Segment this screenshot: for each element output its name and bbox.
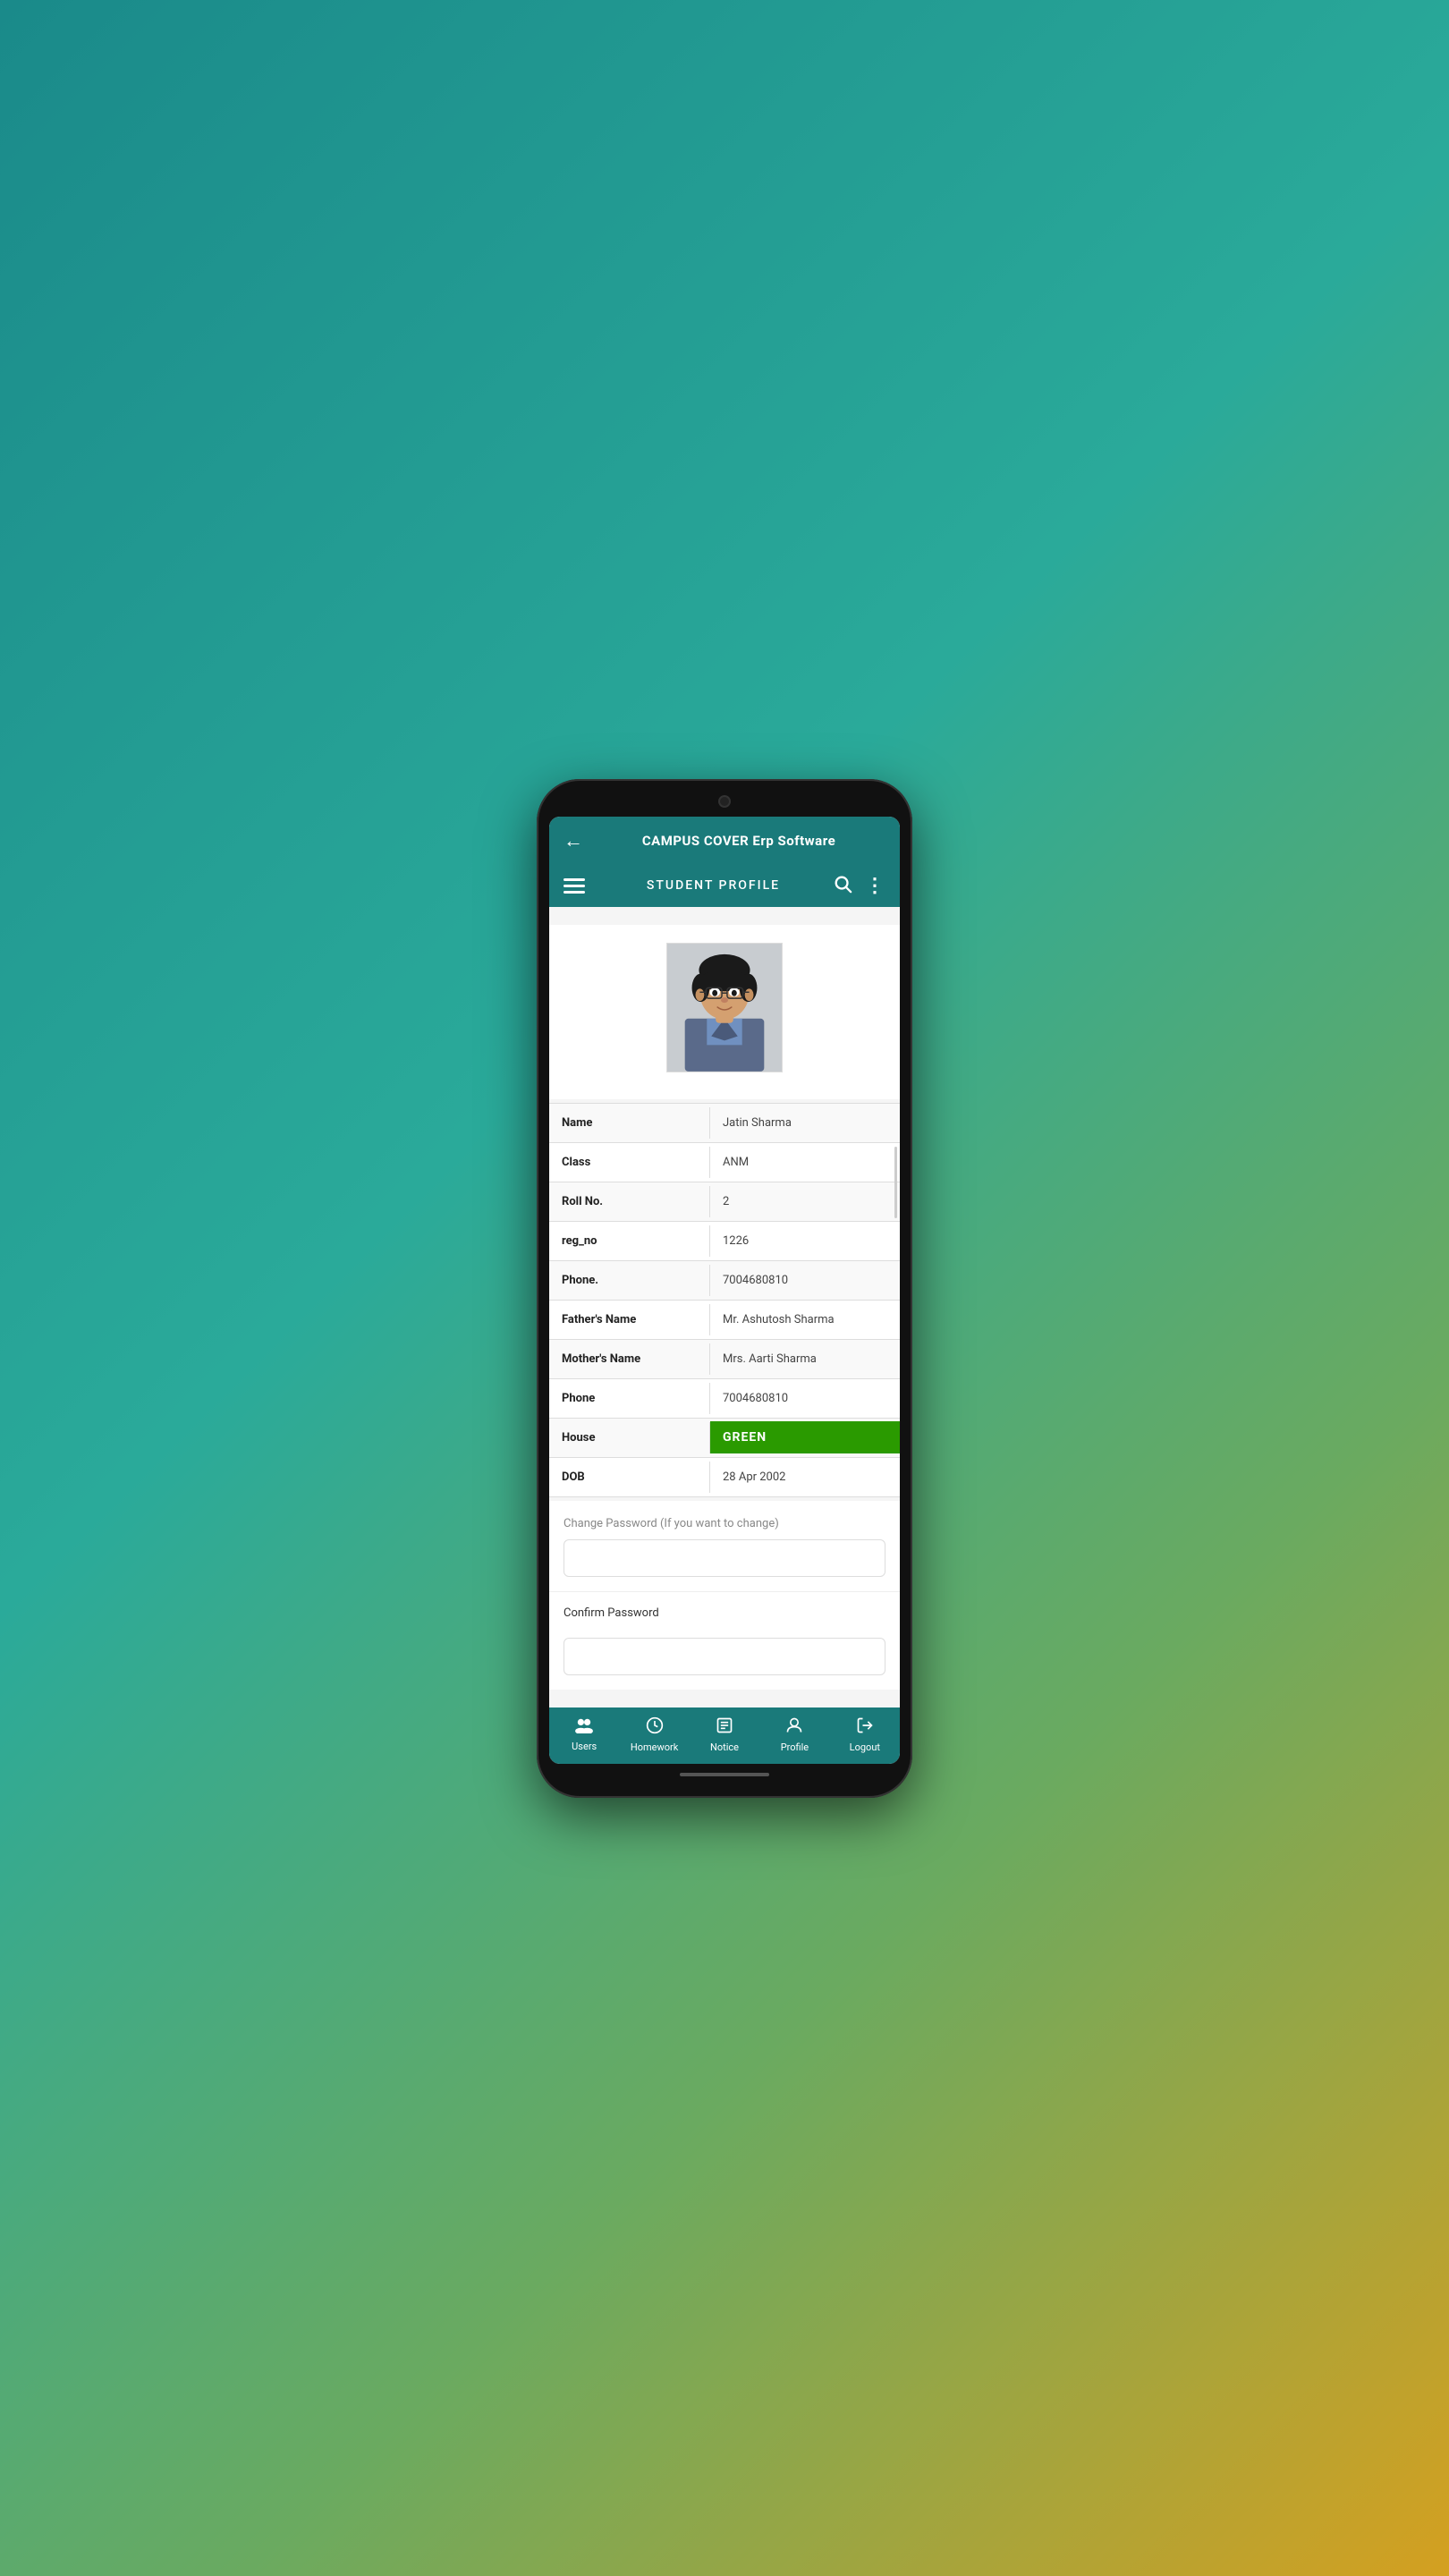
roll-label: Roll No. <box>549 1186 710 1217</box>
back-button[interactable]: ← <box>564 829 583 852</box>
nav-profile[interactable]: Profile <box>759 1716 829 1753</box>
roll-value: 2 <box>710 1186 900 1217</box>
nav-users[interactable]: Users <box>549 1717 619 1752</box>
nav-notice[interactable]: Notice <box>690 1716 759 1753</box>
nav-homework[interactable]: Homework <box>619 1716 689 1753</box>
father-value: Mr. Ashutosh Sharma <box>710 1304 900 1335</box>
app-title: CAMPUS COVER Erp Software <box>592 833 886 849</box>
change-password-label: Change Password (If you want to change) <box>564 1517 886 1530</box>
nav-profile-label: Profile <box>781 1741 809 1753</box>
top-bar: ← CAMPUS COVER Erp Software <box>549 817 900 865</box>
table-row: House GREEN <box>549 1419 900 1458</box>
camera <box>718 795 731 808</box>
home-bar <box>680 1773 769 1776</box>
content-area: Name Jatin Sharma Class ANM Roll No. 2 r… <box>549 907 900 1707</box>
logout-icon <box>856 1716 874 1738</box>
table-row: Father's Name Mr. Ashutosh Sharma <box>549 1301 900 1340</box>
house-label: House <box>549 1422 710 1453</box>
confirm-password-input[interactable] <box>564 1638 886 1675</box>
name-label: Name <box>549 1107 710 1139</box>
phone-screen: ← CAMPUS COVER Erp Software STUDENT PROF… <box>549 817 900 1764</box>
search-icon[interactable] <box>833 874 852 898</box>
nav-logout-label: Logout <box>850 1741 880 1753</box>
name-value: Jatin Sharma <box>710 1107 900 1139</box>
table-row: Class ANM <box>549 1143 900 1182</box>
phone-value: 7004680810 <box>710 1265 900 1296</box>
table-row: Roll No. 2 <box>549 1182 900 1222</box>
table-row: Mother's Name Mrs. Aarti Sharma <box>549 1340 900 1379</box>
table-row: Phone 7004680810 <box>549 1379 900 1419</box>
nav-logout[interactable]: Logout <box>830 1716 900 1753</box>
parent-phone-label: Phone <box>549 1383 710 1414</box>
nav-icons: ⋮ <box>833 874 886 898</box>
hamburger-menu[interactable] <box>564 878 585 894</box>
table-row: DOB 28 Apr 2002 <box>549 1458 900 1497</box>
mother-value: Mrs. Aarti Sharma <box>710 1343 900 1375</box>
reg-value: 1226 <box>710 1225 900 1257</box>
dob-label: DOB <box>549 1462 710 1493</box>
notice-icon <box>716 1716 733 1738</box>
table-row: reg_no 1226 <box>549 1222 900 1261</box>
phone-frame: ← CAMPUS COVER Erp Software STUDENT PROF… <box>537 779 912 1798</box>
dob-value: 28 Apr 2002 <box>710 1462 900 1493</box>
photo-section <box>549 925 900 1099</box>
table-row: Name Jatin Sharma <box>549 1104 900 1143</box>
phone-label: Phone. <box>549 1265 710 1296</box>
table-row: Phone. 7004680810 <box>549 1261 900 1301</box>
change-password-input[interactable] <box>564 1539 886 1577</box>
class-value: ANM <box>710 1147 900 1178</box>
profile-icon <box>785 1716 803 1738</box>
page-title: STUDENT PROFILE <box>594 878 833 893</box>
scroll-indicator <box>894 1147 897 1218</box>
house-value: GREEN <box>710 1421 900 1453</box>
nav-notice-label: Notice <box>710 1741 739 1753</box>
student-photo <box>666 943 783 1072</box>
nav-homework-label: Homework <box>631 1741 678 1753</box>
nav-bar: STUDENT PROFILE ⋮ <box>549 865 900 907</box>
father-label: Father's Name <box>549 1304 710 1335</box>
password-section: Change Password (If you want to change) <box>549 1501 900 1591</box>
class-label: Class <box>549 1147 710 1178</box>
bottom-nav: Users Homework <box>549 1707 900 1764</box>
confirm-password-label: Confirm Password <box>564 1592 886 1629</box>
confirm-password-section: Confirm Password <box>549 1591 900 1690</box>
more-options-icon[interactable]: ⋮ <box>865 875 886 897</box>
info-table: Name Jatin Sharma Class ANM Roll No. 2 r… <box>549 1103 900 1497</box>
homework-icon <box>646 1716 664 1738</box>
mother-label: Mother's Name <box>549 1343 710 1375</box>
reg-label: reg_no <box>549 1225 710 1257</box>
parent-phone-value: 7004680810 <box>710 1383 900 1414</box>
users-icon <box>574 1717 594 1737</box>
nav-users-label: Users <box>572 1741 597 1752</box>
